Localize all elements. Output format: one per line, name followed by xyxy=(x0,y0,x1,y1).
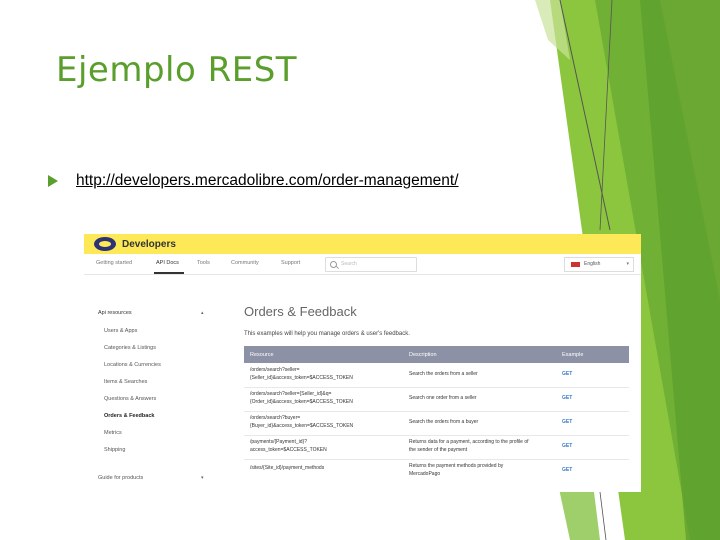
row-resource: /payments/{Payment_id}? access_token=$ACC… xyxy=(250,439,327,453)
chevron-down-icon[interactable]: ▾ xyxy=(201,475,204,481)
column-header-description: Description xyxy=(409,352,437,358)
table-row: /orders/search?buyer= {Buyer_id}&access_t… xyxy=(244,411,629,436)
row-example-get[interactable]: GET xyxy=(562,395,572,403)
row-description: Search the orders from a seller xyxy=(409,371,478,377)
row-description: Search one order from a seller xyxy=(409,395,477,401)
row-description: Returns the payment methods provided by M… xyxy=(409,463,504,477)
table-row: /orders/search?seller= {Seller_id}&access… xyxy=(244,363,629,388)
nav-api-docs[interactable]: API Docs xyxy=(156,260,179,266)
uk-flag-icon xyxy=(571,262,580,267)
row-resource: /orders/search?seller={Seller_id}&q= {Ord… xyxy=(250,391,353,405)
column-header-example: Example xyxy=(562,352,584,358)
table-row: /payments/{Payment_id}? access_token=$ACC… xyxy=(244,435,629,460)
nav-community[interactable]: Community xyxy=(231,260,259,266)
table-header: Resource Description Example xyxy=(244,346,629,363)
chevron-down-icon: ▾ xyxy=(626,261,629,267)
search-icon xyxy=(330,261,337,268)
row-example-get[interactable]: GET xyxy=(562,419,572,427)
sidebar-item-users-apps[interactable]: Users & Apps xyxy=(104,328,137,334)
thin-line-3 xyxy=(599,491,607,540)
sidebar-item-categories[interactable]: Categories & Listings xyxy=(104,345,156,351)
row-description: Search the orders from a buyer xyxy=(409,419,479,425)
search-placeholder: Search xyxy=(341,261,357,267)
bullet-row: http://developers.mercadolibre.com/order… xyxy=(48,172,459,190)
bullet-arrow-icon xyxy=(48,175,58,187)
nav-tools[interactable]: Tools xyxy=(197,260,210,266)
nav-support[interactable]: Support xyxy=(281,260,300,266)
row-resource: /sites/{Site_id}/payment_methods xyxy=(250,465,325,471)
row-example-get[interactable]: GET xyxy=(562,443,572,451)
table-row: /sites/{Site_id}/payment_methods Returns… xyxy=(244,459,629,483)
nav-getting-started[interactable]: Getting started xyxy=(96,260,132,266)
row-description: Returns data for a payment, according to… xyxy=(409,439,529,453)
language-label: English xyxy=(584,261,601,267)
row-example-get[interactable]: GET xyxy=(562,467,572,475)
chevron-up-icon[interactable]: ▴ xyxy=(201,310,204,316)
site-header: Developers xyxy=(84,234,641,254)
row-example-get[interactable]: GET xyxy=(562,371,572,379)
sidebar-item-shipping[interactable]: Shipping xyxy=(104,447,125,453)
slide-title: Ejemplo REST xyxy=(56,50,298,90)
search-input[interactable]: Search xyxy=(325,257,417,272)
page-intro: This examples will help you manage order… xyxy=(244,331,410,337)
handshake-logo-icon xyxy=(94,237,116,251)
language-select[interactable]: English ▾ xyxy=(564,257,634,272)
developers-link[interactable]: http://developers.mercadolibre.com/order… xyxy=(76,172,459,190)
site-logo-text: Developers xyxy=(122,238,176,250)
table-row: /orders/search?seller={Seller_id}&q= {Ord… xyxy=(244,387,629,412)
sidebar-item-orders[interactable]: Orders & Feedback xyxy=(104,413,154,419)
sidebar-item-items[interactable]: Items & Searches xyxy=(104,379,147,385)
column-header-resource: Resource xyxy=(250,352,274,358)
developers-site-screenshot: Developers Getting started API Docs Tool… xyxy=(84,234,641,492)
page-title: Orders & Feedback xyxy=(244,304,357,319)
active-tab-indicator xyxy=(154,272,184,274)
sidebar-item-questions[interactable]: Questions & Answers xyxy=(104,396,156,402)
row-resource: /orders/search?seller= {Seller_id}&access… xyxy=(250,367,353,381)
sidebar-item-metrics[interactable]: Metrics xyxy=(104,430,122,436)
row-resource: /orders/search?buyer= {Buyer_id}&access_t… xyxy=(250,415,354,429)
sidebar-guide-products[interactable]: Guide for products xyxy=(98,475,143,481)
sidebar-item-locations[interactable]: Locations & Currencies xyxy=(104,362,161,368)
sidebar-heading[interactable]: Api resources xyxy=(98,310,132,316)
site-nav: Getting started API Docs Tools Community… xyxy=(84,254,641,275)
